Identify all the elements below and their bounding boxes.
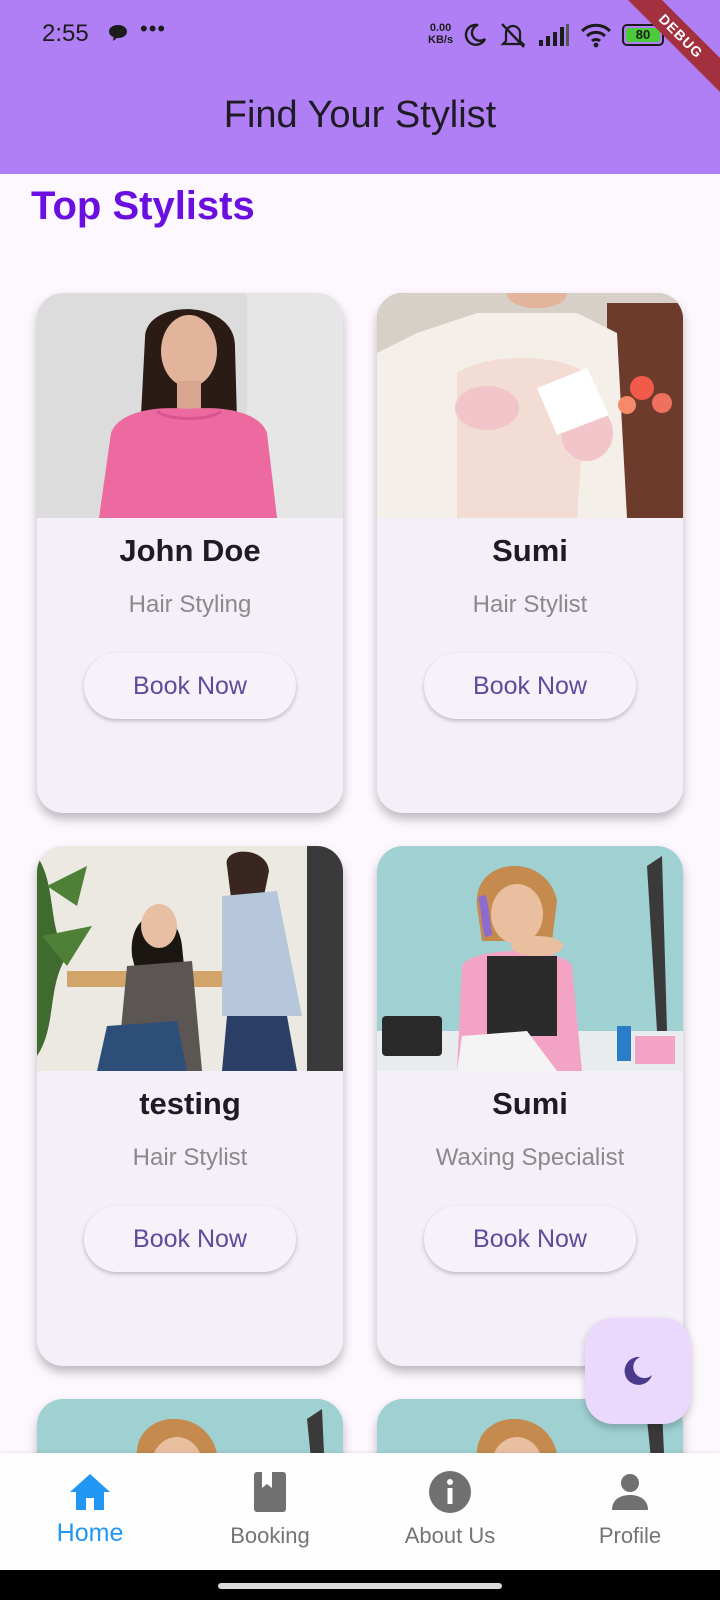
- app-bar: 2:55 ••• 0.00 KB/s 80 DEBUG Find Your St…: [0, 0, 720, 174]
- stylist-photo: [377, 846, 683, 1071]
- moon-icon: [624, 1356, 652, 1385]
- stylist-photo: [37, 293, 343, 518]
- home-icon: [70, 1474, 110, 1510]
- stylist-name: testing: [139, 1086, 241, 1121]
- nav-item-booking[interactable]: Booking: [180, 1453, 360, 1570]
- stylist-specialty: Hair Styling: [128, 591, 252, 618]
- stylist-specialty: Hair Stylist: [472, 591, 588, 618]
- status-icons: 80: [462, 20, 664, 50]
- stylist-specialty: Waxing Specialist: [435, 1144, 625, 1171]
- battery-level: 80: [626, 28, 660, 42]
- stylist-photo: [377, 293, 683, 518]
- nav-item-home[interactable]: Home: [0, 1453, 180, 1570]
- theme-toggle-button[interactable]: [585, 1318, 691, 1424]
- book-now-button[interactable]: Book Now: [424, 1206, 636, 1272]
- stylist-card[interactable]: testing Hair Stylist Book Now: [37, 846, 343, 1366]
- book-now-button[interactable]: Book Now: [424, 653, 636, 719]
- stylist-photo: [37, 846, 343, 1071]
- network-speed: 0.00 KB/s: [428, 22, 453, 46]
- system-navigation-bar: [0, 1570, 720, 1600]
- chat-bubble-icon: [109, 25, 127, 41]
- nav-label: Booking: [230, 1523, 310, 1548]
- network-speed-value: 0.00: [429, 22, 452, 34]
- nav-label: Home: [56, 1519, 124, 1547]
- book-now-button[interactable]: Book Now: [84, 653, 296, 719]
- book-icon: [254, 1472, 286, 1512]
- nav-item-profile[interactable]: Profile: [540, 1453, 720, 1570]
- stylist-specialty: Hair Stylist: [132, 1144, 248, 1171]
- network-speed-unit: KB/s: [428, 34, 454, 46]
- wifi-icon: [580, 23, 612, 48]
- signal-icon: [539, 24, 569, 46]
- stylist-name: Sumi: [492, 533, 568, 568]
- nav-item-about-us[interactable]: About Us: [360, 1453, 540, 1570]
- info-icon: [429, 1471, 471, 1513]
- stylist-name: Sumi: [492, 1086, 568, 1121]
- book-now-button[interactable]: Book Now: [84, 1206, 296, 1272]
- stylist-card[interactable]: Sumi Hair Stylist Book Now: [377, 293, 683, 813]
- page-title: Find Your Stylist: [223, 94, 497, 136]
- bottom-navigation: Home Booking About Us Profile: [0, 1453, 720, 1570]
- moon-status-icon: [464, 23, 487, 46]
- stylist-name: John Doe: [119, 533, 261, 568]
- status-bar: 2:55 ••• 0.00 KB/s 80: [0, 0, 720, 72]
- stylist-card[interactable]: Sumi Waxing Specialist Book Now: [377, 846, 683, 1366]
- home-gesture-handle[interactable]: [218, 1583, 502, 1589]
- more-dots-icon: •••: [140, 16, 167, 41]
- nav-label: About Us: [404, 1523, 496, 1548]
- mute-icon: [500, 23, 526, 48]
- status-time: 2:55: [42, 20, 89, 47]
- section-title: Top Stylists: [31, 184, 255, 228]
- person-icon: [612, 1474, 648, 1510]
- stylist-card[interactable]: John Doe Hair Styling Book Now: [37, 293, 343, 813]
- nav-label: Profile: [598, 1523, 662, 1548]
